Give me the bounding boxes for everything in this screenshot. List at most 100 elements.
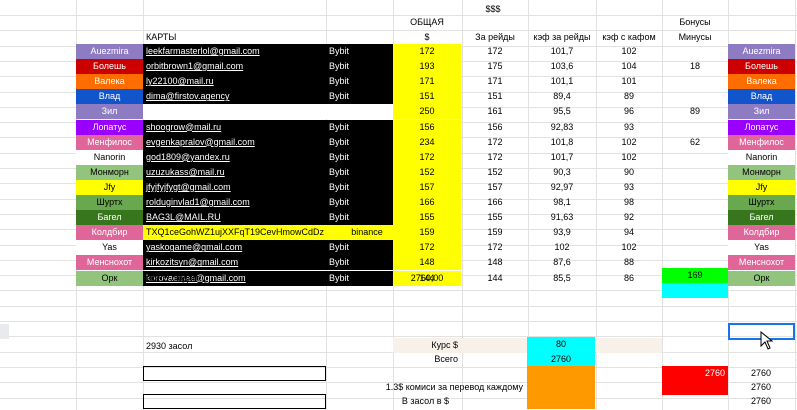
bonus-amount: 62	[689, 136, 700, 147]
rate-right-bg	[596, 338, 662, 353]
player-name: Валека	[76, 74, 143, 90]
right-total-a: 2760	[750, 368, 772, 378]
total-amount: 156	[393, 119, 461, 135]
bonus-amount	[662, 120, 728, 135]
raids-amount: 148	[487, 257, 503, 268]
raids-amount: 155	[487, 212, 503, 223]
card-email: BAG3L@MAIL.RU	[143, 210, 326, 226]
bank-name: Bybit	[326, 179, 393, 195]
kf-cafe: 96	[623, 106, 634, 117]
player-name-right: Auezmira	[728, 44, 795, 59]
kf-raids: 95,5	[553, 106, 571, 117]
fee-box	[143, 366, 326, 381]
player-name-right: Зил	[728, 104, 795, 120]
kf-raids: 101,7	[550, 46, 574, 56]
player-name: Шуртх	[76, 195, 143, 210]
bonus-amount	[662, 195, 728, 210]
kf-raids: 92,83	[550, 121, 574, 132]
kf-raids: 101,8	[550, 136, 574, 147]
sold-label: 2930 засол	[146, 341, 193, 351]
player-name: Орк	[76, 270, 143, 286]
bonus-amount	[662, 44, 728, 59]
bonus-amount	[662, 74, 728, 89]
bonus-amount	[662, 89, 728, 104]
total-amount: 166	[393, 195, 461, 210]
bank-name: Bybit	[326, 44, 393, 59]
player-name-right: Yas	[728, 240, 795, 256]
card-email: yaskogame@gmail.com	[143, 240, 326, 256]
total-amount: 159	[393, 225, 461, 241]
card-email: leekfarmasterlol@gmail.com	[143, 44, 326, 59]
bonus-amount	[662, 165, 728, 180]
player-name: Лопатус	[76, 119, 143, 135]
bonus-amount	[662, 225, 728, 240]
bank-name: Bybit	[326, 195, 393, 210]
fee-total-red: 2760	[662, 366, 728, 381]
raids-amount: 159	[487, 227, 503, 238]
people-total-label: всего людям:	[146, 273, 202, 283]
kf-raids: 103,6	[550, 61, 574, 72]
kf-raids: 98,1	[553, 197, 571, 207]
kf-raids: 89,4	[553, 91, 571, 102]
player-name: Jfy	[76, 179, 143, 195]
raids-amount: 144	[487, 272, 503, 283]
minus-header: Минусы	[678, 32, 712, 42]
total-amount: 171	[393, 74, 461, 90]
bank-name: Bybit	[326, 149, 393, 165]
money-header: $$$	[485, 4, 501, 14]
kf-raids: 101,7	[550, 151, 574, 162]
bonus-amount: 18	[689, 61, 700, 72]
kf-cafe: 88	[623, 257, 634, 268]
total-amount: 172	[393, 240, 461, 256]
kf-raids: 93,9	[553, 227, 571, 238]
raids-amount: 156	[487, 121, 503, 132]
kf-cafe: 93	[623, 121, 634, 132]
rate-label: Курс $	[431, 340, 458, 350]
kf-cafe: 102	[621, 151, 637, 162]
raids-amount: 152	[487, 166, 503, 177]
right-total-c: 2760	[750, 396, 772, 406]
bank-name: Bybit	[326, 134, 393, 150]
raids-amount: 172	[487, 46, 503, 56]
bank-name: Bybit	[326, 255, 393, 271]
player-name: Багел	[76, 210, 143, 226]
fee-value-a	[527, 366, 595, 381]
bonus-total-under	[662, 283, 728, 298]
total-amount: 157	[393, 179, 461, 195]
total-amount: 193	[393, 59, 461, 75]
bonus-amount	[662, 150, 728, 165]
insol-box	[143, 394, 326, 409]
row-header-marker	[0, 324, 9, 339]
bank-name: Bybit	[326, 59, 393, 75]
kf-cafe: 101	[621, 76, 637, 87]
kf-raids: 91,63	[550, 212, 574, 223]
raids-amount: 172	[487, 242, 503, 253]
total-amount: 155	[393, 210, 461, 226]
raids-header: За рейды	[475, 32, 515, 42]
card-email: ly22100@mail.ru	[143, 74, 326, 90]
card-email: orbitbrown1@gmail.com	[143, 59, 326, 75]
bank-name: Bybit	[326, 164, 393, 180]
kf-raids: 92,97	[550, 181, 574, 192]
total-amount: 152	[393, 164, 461, 180]
player-name-right: Jfy	[728, 179, 795, 195]
bank-name: binance	[341, 225, 393, 241]
player-name-right: Шуртх	[728, 195, 795, 210]
player-name-right: Менснохот	[728, 255, 795, 271]
card-email: evgenkapralov@gmail.com	[143, 134, 326, 150]
player-name: Менфилос	[76, 134, 143, 150]
total-amount: 234	[393, 134, 461, 150]
raids-amount: 175	[487, 61, 503, 72]
kf-cafe: 92	[623, 212, 634, 223]
player-name: Yas	[76, 240, 143, 256]
bank-name: Bybit	[326, 89, 393, 105]
fee-value-c	[527, 394, 595, 409]
kf-raids: 87,6	[553, 257, 571, 268]
player-name-right: Влад	[728, 89, 795, 105]
people-total-value: 2760,00	[410, 273, 444, 283]
kf-cafe: 98	[623, 197, 634, 207]
player-name: Менснохот	[76, 255, 143, 271]
raids-amount: 172	[487, 136, 503, 147]
player-name-right: Валека	[728, 74, 795, 90]
kf-cafe: 89	[623, 91, 634, 102]
